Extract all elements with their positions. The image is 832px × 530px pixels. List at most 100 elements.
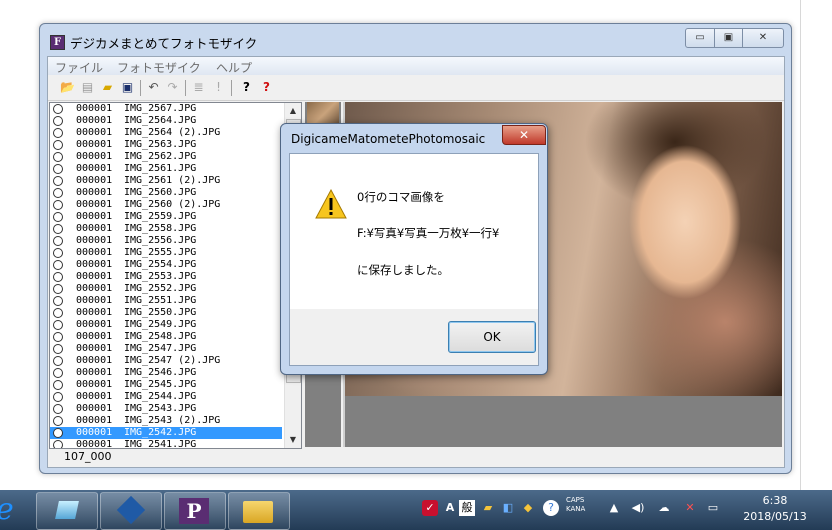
taskbar-app-4[interactable] [228,492,290,530]
list-item[interactable]: 000001 IMG_2547 (2).JPG [50,355,282,367]
list-item[interactable]: 000001 IMG_2559.JPG [50,211,282,223]
ime-dictionary-icon[interactable]: ▰ [480,500,496,516]
maximize-button[interactable]: ▣ [714,28,743,48]
list-item[interactable]: 000001 IMG_2543.JPG [50,403,282,415]
list-item[interactable]: 000001 IMG_2549.JPG [50,319,282,331]
radio-icon[interactable] [53,344,63,354]
list-item[interactable]: 000001 IMG_2561.JPG [50,163,282,175]
radio-icon[interactable] [53,368,63,378]
menu-photomosaic[interactable]: フォトモザイク [117,59,201,76]
show-hidden-icons-icon[interactable]: ▲ [606,500,622,516]
radio-icon[interactable] [53,272,63,282]
list-item[interactable]: 000001 IMG_2554.JPG [50,259,282,271]
taskbar-app-1[interactable] [36,492,98,530]
image-list[interactable]: 000001 IMG_2541.JPG 000001 IMG_2542.JPG 0000… [49,102,302,449]
radio-icon[interactable] [53,188,63,198]
list-item[interactable]: 000001 IMG_2546.JPG [50,367,282,379]
radio-icon[interactable] [53,428,63,438]
taskbar-app-3[interactable]: P [164,492,226,530]
list-item[interactable]: 000001 IMG_2563.JPG [50,139,282,151]
list-item[interactable]: 000001 IMG_2544.JPG [50,391,282,403]
taskbar-app-2[interactable] [100,492,162,530]
list-item[interactable]: 000001 IMG_2542.JPG [50,427,282,439]
ime-mode-a[interactable]: A [442,500,458,516]
folder-icon[interactable]: ▰ [99,79,116,96]
status-bar: 107_000 [49,449,301,465]
list-item[interactable]: 000001 IMG_2555.JPG [50,247,282,259]
message-dialog: DigicameMatometePhotomosaic ✕ 0行のコマ画像を F… [280,123,548,375]
list-item[interactable]: 000001 IMG_2560 (2).JPG [50,199,282,211]
dialog-close-button[interactable]: ✕ [502,125,546,145]
open-folder-icon[interactable]: 📂 [59,79,76,96]
list-item[interactable]: 000001 IMG_2562.JPG [50,151,282,163]
radio-icon[interactable] [53,140,63,150]
radio-icon[interactable] [53,392,63,402]
radio-icon[interactable] [53,440,63,448]
list-item[interactable]: 000001 IMG_2543 (2).JPG [50,415,282,427]
radio-icon[interactable] [53,176,63,186]
radio-icon[interactable] [53,116,63,126]
document-icon[interactable]: ▤ [79,79,96,96]
radio-icon[interactable] [53,356,63,366]
list-item[interactable]: 000001 IMG_2547.JPG [50,343,282,355]
radio-icon[interactable] [53,308,63,318]
help-circle-icon[interactable]: ? [543,500,559,516]
radio-icon[interactable] [53,164,63,174]
menu-help[interactable]: ヘルプ [216,59,252,76]
radio-icon[interactable] [53,332,63,342]
ime-mode-kanji[interactable]: 般 [459,500,475,516]
help-red-icon[interactable]: ? [258,79,275,96]
radio-icon[interactable] [53,236,63,246]
tray-security-icon[interactable]: ✓ [422,500,438,516]
internet-explorer-icon[interactable]: e [0,492,14,527]
radio-icon[interactable] [53,152,63,162]
radio-icon[interactable] [53,248,63,258]
help-icon[interactable]: ? [238,79,255,96]
minimize-button[interactable]: ▭ [685,28,715,48]
radio-icon[interactable] [53,296,63,306]
list-item[interactable]: 000001 IMG_2560.JPG [50,187,282,199]
list-item[interactable]: 000001 IMG_2545.JPG [50,379,282,391]
radio-icon[interactable] [53,284,63,294]
radio-icon[interactable] [53,404,63,414]
radio-icon[interactable] [53,380,63,390]
radio-icon[interactable] [53,104,63,114]
list-item[interactable]: 000001 IMG_2564 (2).JPG [50,127,282,139]
list-item[interactable]: 000001 IMG_2550.JPG [50,307,282,319]
list-item[interactable]: 000001 IMG_2553.JPG [50,271,282,283]
exclamation-icon[interactable]: ! [210,79,227,96]
list-item[interactable]: 000001 IMG_2548.JPG [50,331,282,343]
volume-icon[interactable]: ◀) [630,500,646,516]
close-button[interactable]: ✕ [742,28,784,48]
scroll-down-arrow-icon[interactable]: ▼ [285,432,301,448]
taskbar-clock[interactable]: 6:38 2018/05/13 [735,493,815,525]
radio-icon[interactable] [53,260,63,270]
radio-icon[interactable] [53,416,63,426]
list-icon[interactable]: ≣ [190,79,207,96]
radio-icon[interactable] [53,200,63,210]
list-item[interactable]: 000001 IMG_2564.JPG [50,115,282,127]
redo-icon[interactable]: ↷ [164,79,181,96]
title-bar[interactable]: F デジカメまとめてフォトモザイク ▭ ▣ ✕ [40,24,791,56]
network-error-icon[interactable]: ✕ [682,500,698,516]
list-item[interactable]: 000001 IMG_2552.JPG [50,283,282,295]
save-icon[interactable]: ▣ [119,79,136,96]
ok-button[interactable]: OK [448,321,536,353]
radio-icon[interactable] [53,212,63,222]
list-item[interactable]: 000001 IMG_2551.JPG [50,295,282,307]
radio-icon[interactable] [53,320,63,330]
power-icon[interactable]: ▭ [705,500,721,516]
list-item[interactable]: 000001 IMG_2558.JPG [50,223,282,235]
menu-file[interactable]: ファイル [55,59,103,76]
list-item[interactable]: 000001 IMG_2561 (2).JPG [50,175,282,187]
scroll-up-arrow-icon[interactable]: ▲ [285,103,301,119]
undo-icon[interactable]: ↶ [145,79,162,96]
cloud-icon[interactable]: ☁ [656,500,672,516]
list-item[interactable]: 000001 IMG_2556.JPG [50,235,282,247]
ime-pad-icon[interactable]: ◆ [520,500,536,516]
list-item[interactable]: 000001 IMG_2567.JPG [50,103,282,115]
ime-tools-icon[interactable]: ◧ [500,500,516,516]
list-item[interactable]: 000001 IMG_2541.JPG [50,439,282,448]
radio-icon[interactable] [53,128,63,138]
radio-icon[interactable] [53,224,63,234]
